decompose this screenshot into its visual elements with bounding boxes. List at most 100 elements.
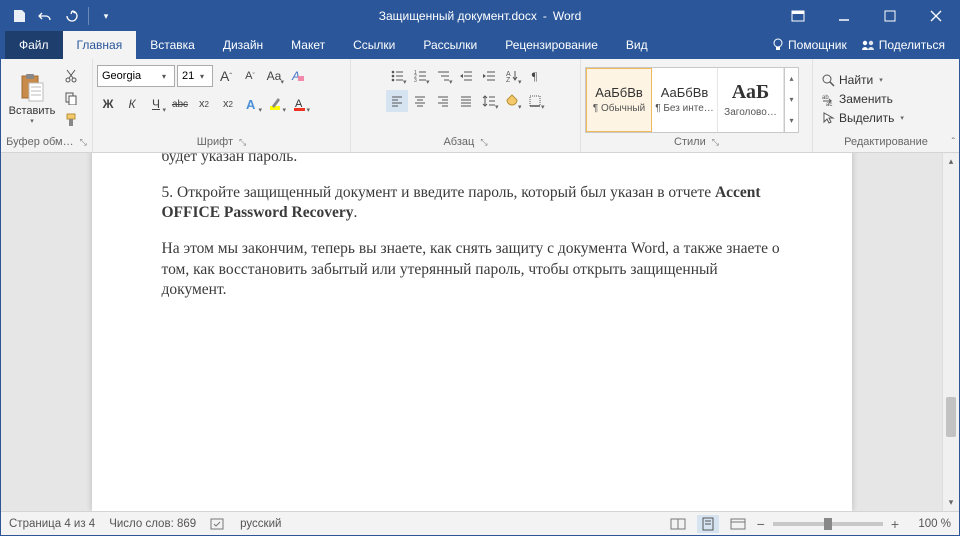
font-launcher-icon[interactable]: ⤡ [239, 137, 246, 148]
line-spacing-icon[interactable] [478, 90, 500, 112]
document-page[interactable]: будет указан пароль. 5. Откройте защищен… [92, 153, 852, 511]
tab-review[interactable]: Рецензирование [491, 31, 612, 59]
numbering-icon[interactable]: 123 [409, 65, 431, 87]
cut-icon[interactable] [61, 66, 81, 86]
minimize-icon[interactable] [821, 1, 867, 31]
zoom-level[interactable]: 100 % [907, 518, 951, 530]
ribbon: Вставить ▾ Буфер обм… ⤡ [1, 59, 959, 153]
qat-separator [88, 7, 89, 25]
styles-up-icon[interactable]: ▴ [785, 68, 798, 89]
superscript-button[interactable]: x2 [217, 93, 239, 115]
find-button[interactable]: Найти ▾ [817, 71, 908, 89]
group-styles: АаБбВв ¶ Обычный АаБбВв ¶ Без инте… АаБ … [581, 59, 813, 152]
bullets-icon[interactable] [386, 65, 408, 87]
tab-design[interactable]: Дизайн [209, 31, 277, 59]
multilevel-list-icon[interactable] [432, 65, 454, 87]
text-effects-icon[interactable]: A [241, 93, 263, 115]
qat-customize-icon[interactable]: ▾ [94, 4, 118, 28]
justify-icon[interactable] [455, 90, 477, 112]
select-button[interactable]: Выделить ▾ [817, 109, 908, 127]
tab-mailings[interactable]: Рассылки [409, 31, 491, 59]
font-name-combo[interactable]: Georgia▾ [97, 65, 175, 87]
sort-icon[interactable]: AZ [501, 65, 523, 87]
subscript-button[interactable]: x2 [193, 93, 215, 115]
status-proofing-icon[interactable] [210, 517, 226, 531]
tab-references[interactable]: Ссылки [339, 31, 409, 59]
window-controls [775, 1, 959, 31]
scroll-thumb[interactable] [946, 397, 956, 437]
scroll-track[interactable] [943, 170, 959, 494]
maximize-icon[interactable] [867, 1, 913, 31]
style-no-spacing[interactable]: АаБбВв ¶ Без инте… [652, 68, 718, 132]
underline-button[interactable]: Ч [145, 93, 167, 115]
change-case-icon[interactable]: Aa [263, 65, 285, 87]
find-icon [821, 73, 835, 87]
tell-me-button[interactable]: Помощник [772, 38, 847, 52]
align-left-icon[interactable] [386, 90, 408, 112]
status-word-count[interactable]: Число слов: 869 [109, 518, 196, 530]
share-button[interactable]: Поделиться [861, 38, 945, 52]
undo-icon[interactable] [33, 4, 57, 28]
shading-icon[interactable] [501, 90, 523, 112]
view-print-layout-icon[interactable] [697, 515, 719, 533]
font-size-combo[interactable]: 21▾ [177, 65, 213, 87]
align-right-icon[interactable] [432, 90, 454, 112]
ribbon-display-options-icon[interactable] [775, 1, 821, 31]
format-painter-icon[interactable] [61, 110, 81, 130]
borders-icon[interactable] [524, 90, 546, 112]
view-read-mode-icon[interactable] [667, 515, 689, 533]
zoom-in-icon[interactable]: + [891, 516, 899, 532]
align-center-icon[interactable] [409, 90, 431, 112]
show-marks-icon[interactable]: ¶ [524, 65, 546, 87]
italic-button[interactable]: К [121, 93, 143, 115]
tab-insert[interactable]: Вставка [136, 31, 209, 59]
group-clipboard: Вставить ▾ Буфер обм… ⤡ [1, 59, 93, 152]
shrink-font-icon[interactable]: Aˇ [239, 65, 261, 87]
paragraph-launcher-icon[interactable]: ⤡ [480, 137, 487, 148]
vertical-scrollbar[interactable]: ▴ ▾ [942, 153, 959, 511]
tell-me-label: Помощник [788, 38, 847, 52]
styles-launcher-icon[interactable]: ⤡ [712, 137, 719, 148]
title-text: Защищенный документ.docx - Word [379, 9, 582, 23]
tab-layout[interactable]: Макет [277, 31, 339, 59]
redo-icon[interactable] [59, 4, 83, 28]
doc-line-prev: будет указан пароль. [162, 153, 782, 167]
clipboard-group-label: Буфер обм… [6, 136, 73, 148]
style-heading1[interactable]: АаБ Заголово… [718, 68, 784, 132]
svg-text:3: 3 [414, 78, 417, 83]
view-web-layout-icon[interactable] [727, 515, 749, 533]
styles-down-icon[interactable]: ▾ [785, 89, 798, 110]
status-page[interactable]: Страница 4 из 4 [9, 518, 95, 530]
styles-gallery: АаБбВв ¶ Обычный АаБбВв ¶ Без инте… АаБ … [585, 67, 799, 133]
scroll-up-icon[interactable]: ▴ [943, 153, 959, 170]
document-body[interactable]: будет указан пароль. 5. Откройте защищен… [162, 153, 782, 300]
tab-home[interactable]: Главная [63, 31, 137, 59]
bold-button[interactable]: Ж [97, 93, 119, 115]
replace-button[interactable]: abac Заменить [817, 90, 908, 108]
status-language[interactable]: русский [240, 518, 281, 530]
zoom-slider-thumb[interactable] [824, 518, 832, 530]
increase-indent-icon[interactable] [478, 65, 500, 87]
strikethrough-button[interactable]: abc [169, 93, 191, 115]
font-color-icon[interactable]: A [289, 93, 311, 115]
decrease-indent-icon[interactable] [455, 65, 477, 87]
find-label: Найти [839, 73, 873, 87]
collapse-ribbon-icon[interactable]: ˆ [952, 137, 955, 148]
tab-file[interactable]: Файл [5, 31, 63, 59]
clear-formatting-icon[interactable]: A [287, 65, 309, 87]
styles-gallery-scroll: ▴ ▾ ▾ [784, 68, 798, 132]
style-normal[interactable]: АаБбВв ¶ Обычный [586, 68, 652, 132]
paste-button[interactable]: Вставить ▾ [5, 71, 59, 125]
highlight-icon[interactable] [265, 93, 287, 115]
tab-view[interactable]: Вид [612, 31, 662, 59]
close-icon[interactable] [913, 1, 959, 31]
copy-icon[interactable] [61, 88, 81, 108]
replace-label: Заменить [839, 92, 893, 106]
zoom-slider[interactable] [773, 522, 883, 526]
styles-more-icon[interactable]: ▾ [785, 110, 798, 131]
scroll-down-icon[interactable]: ▾ [943, 494, 959, 511]
save-icon[interactable] [7, 4, 31, 28]
grow-font-icon[interactable]: Aˆ [215, 65, 237, 87]
clipboard-launcher-icon[interactable]: ⤡ [80, 137, 87, 148]
zoom-out-icon[interactable]: − [757, 516, 765, 532]
